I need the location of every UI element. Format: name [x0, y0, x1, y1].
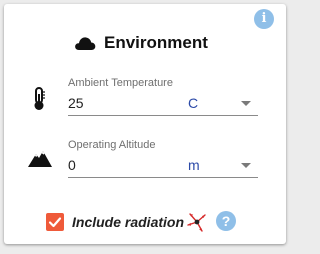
mountain-icon — [28, 151, 52, 167]
chevron-down-icon[interactable] — [241, 163, 251, 168]
radiation-arrows-icon — [187, 213, 206, 232]
include-radiation-label: Include radiation — [72, 214, 185, 230]
ambient-temperature-input[interactable]: 25 — [68, 95, 84, 111]
include-radiation-checkbox[interactable] — [46, 213, 64, 231]
card-title: Environment — [104, 33, 208, 52]
ambient-temperature-label: Ambient Temperature — [68, 77, 173, 89]
environment-card: i Environment Ambient Temperature 25 C O… — [4, 4, 286, 244]
ambient-temperature-underline — [68, 115, 258, 116]
help-icon[interactable]: ? — [216, 211, 236, 231]
operating-altitude-label: Operating Altitude — [68, 139, 156, 151]
include-radiation-row: Include radiation — [46, 212, 208, 232]
card-header: Environment — [74, 31, 208, 55]
temperature-unit-select[interactable]: C — [188, 95, 198, 111]
operating-altitude-field: Operating Altitude 0 m — [4, 136, 286, 186]
chevron-down-icon[interactable] — [241, 101, 251, 106]
cloud-icon — [75, 37, 96, 50]
altitude-unit-select[interactable]: m — [188, 157, 200, 173]
thermometer-icon — [34, 87, 45, 110]
info-icon[interactable]: i — [254, 9, 274, 29]
operating-altitude-input[interactable]: 0 — [68, 157, 76, 173]
ambient-temperature-field: Ambient Temperature 25 C — [4, 74, 286, 124]
operating-altitude-underline — [68, 177, 258, 178]
checkmark-icon — [48, 217, 62, 228]
